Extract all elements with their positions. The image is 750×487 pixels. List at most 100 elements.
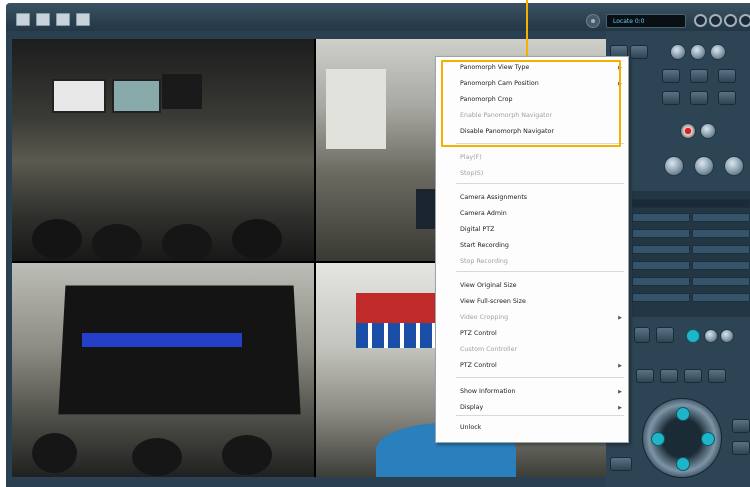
layout-4-button[interactable] <box>76 13 90 26</box>
snapshot-button[interactable] <box>700 123 716 139</box>
grid-cell[interactable] <box>632 261 690 270</box>
menu-separator <box>456 415 624 416</box>
chair <box>232 219 282 259</box>
view-button[interactable] <box>634 327 650 343</box>
context-menu-item[interactable]: Camera Assignments <box>460 190 628 206</box>
gear-icon[interactable] <box>586 14 600 28</box>
context-menu-item-label: Camera Assignments <box>460 194 528 201</box>
context-menu-item-label: View Original Size <box>460 282 517 289</box>
context-menu-item-label: PTZ Control <box>460 330 497 337</box>
layout-3-button[interactable] <box>56 13 70 26</box>
wall-panel <box>162 74 202 109</box>
context-menu-item-label: PTZ Control <box>460 362 497 369</box>
context-menu-item: Video Cropping ▶ <box>460 310 628 326</box>
wall-chart-band <box>82 333 242 347</box>
context-menu-item: Play(F) <box>460 150 628 166</box>
grid-button[interactable] <box>656 327 674 343</box>
context-menu-item[interactable]: Start Recording <box>460 238 628 254</box>
record-icon[interactable] <box>680 123 696 139</box>
context-menu-item-label: Play(F) <box>460 154 482 161</box>
grid-cell[interactable] <box>632 213 690 222</box>
mode-2-button[interactable] <box>690 69 708 83</box>
wall-chart <box>58 285 301 415</box>
menu-separator <box>456 183 624 184</box>
focus-button[interactable] <box>724 156 744 176</box>
grid-cell[interactable] <box>692 229 750 238</box>
minimize-button[interactable] <box>694 14 707 27</box>
pan-left-button[interactable] <box>651 432 665 446</box>
context-menu-item[interactable]: Unlock <box>460 420 628 436</box>
grid-cell[interactable] <box>632 293 690 302</box>
layout-2-button[interactable] <box>36 13 50 26</box>
pan-down-button[interactable] <box>676 457 690 471</box>
context-menu-item-label: Camera Admin <box>460 210 507 217</box>
home-button[interactable] <box>610 457 632 471</box>
tile-4-button[interactable] <box>708 369 726 383</box>
layout-1-button[interactable] <box>16 13 30 26</box>
chair <box>92 224 142 261</box>
preset-3-button[interactable] <box>710 44 726 60</box>
mode-4-button[interactable] <box>662 91 680 105</box>
context-menu-item[interactable]: Show Information ▶ <box>460 384 628 400</box>
context-menu-item-label: Show Information <box>460 388 516 395</box>
next-camera-button[interactable] <box>630 45 648 59</box>
context-menu-item: Stop Recording <box>460 254 628 270</box>
context-menu-item[interactable]: View Original Size <box>460 278 628 294</box>
grid-cell[interactable] <box>692 261 750 270</box>
top-toolbar: Locate 0:0 <box>6 3 750 31</box>
context-menu-item[interactable]: Camera Admin <box>460 206 628 222</box>
context-menu-item[interactable]: PTZ Control ▶ <box>460 358 628 374</box>
menu-separator <box>456 271 624 272</box>
wall <box>326 69 386 149</box>
context-menu-item[interactable]: Display ▶ <box>460 400 628 416</box>
camera-view-1[interactable] <box>12 39 314 261</box>
context-menu-item-label: Video Cropping <box>460 314 509 321</box>
joystick-icon[interactable] <box>642 398 722 478</box>
channel-1-indicator[interactable] <box>686 329 700 343</box>
grid-cell[interactable] <box>692 213 750 222</box>
grid-cell[interactable] <box>692 293 750 302</box>
tile-2-button[interactable] <box>660 369 678 383</box>
context-menu-item-label: Stop(S) <box>460 170 484 177</box>
preset-2-button[interactable] <box>690 44 706 60</box>
status-display: Locate 0:0 <box>606 14 686 28</box>
camera-view-3[interactable] <box>12 263 314 477</box>
mode-1-button[interactable] <box>662 69 680 83</box>
mode-5-button[interactable] <box>690 91 708 105</box>
context-menu-item: Custom Controller <box>460 342 628 358</box>
wall-monitor <box>112 79 161 113</box>
channel-2-indicator[interactable] <box>704 329 718 343</box>
zoom-out-button[interactable] <box>694 156 714 176</box>
grid-cell[interactable] <box>692 245 750 254</box>
pan-up-button[interactable] <box>676 407 690 421</box>
context-menu-item[interactable]: PTZ Control <box>460 326 628 342</box>
grid-cell[interactable] <box>692 277 750 286</box>
maximize-button[interactable] <box>709 14 722 27</box>
mode-3-button[interactable] <box>718 69 736 83</box>
channel-3-indicator[interactable] <box>720 329 734 343</box>
context-menu-item-label: Stop Recording <box>460 258 508 265</box>
pan-right-button[interactable] <box>701 432 715 446</box>
grid-cell[interactable] <box>632 245 690 254</box>
grid-header <box>632 199 750 208</box>
context-menu-item[interactable]: View Full-screen Size <box>460 294 628 310</box>
context-menu-item-label: View Full-screen Size <box>460 298 526 305</box>
context-menu-item[interactable]: Digital PTZ <box>460 222 628 238</box>
panomorph-items-highlight <box>441 60 621 147</box>
chair <box>162 224 212 261</box>
preset-1-button[interactable] <box>670 44 686 60</box>
close-button[interactable] <box>739 14 750 27</box>
tile-1-button[interactable] <box>636 369 654 383</box>
zoom-in-button[interactable] <box>664 156 684 176</box>
grid-cell[interactable] <box>632 229 690 238</box>
restore-button[interactable] <box>724 14 737 27</box>
context-menu-item-label: Display <box>460 404 484 411</box>
iris-close-button[interactable] <box>732 441 750 455</box>
grid-cell[interactable] <box>632 277 690 286</box>
menu-separator <box>456 377 624 378</box>
camera-list-grid[interactable] <box>632 191 750 317</box>
iris-open-button[interactable] <box>732 419 750 433</box>
mode-6-button[interactable] <box>718 91 736 105</box>
callout-pointer <box>526 0 528 60</box>
tile-3-button[interactable] <box>684 369 702 383</box>
